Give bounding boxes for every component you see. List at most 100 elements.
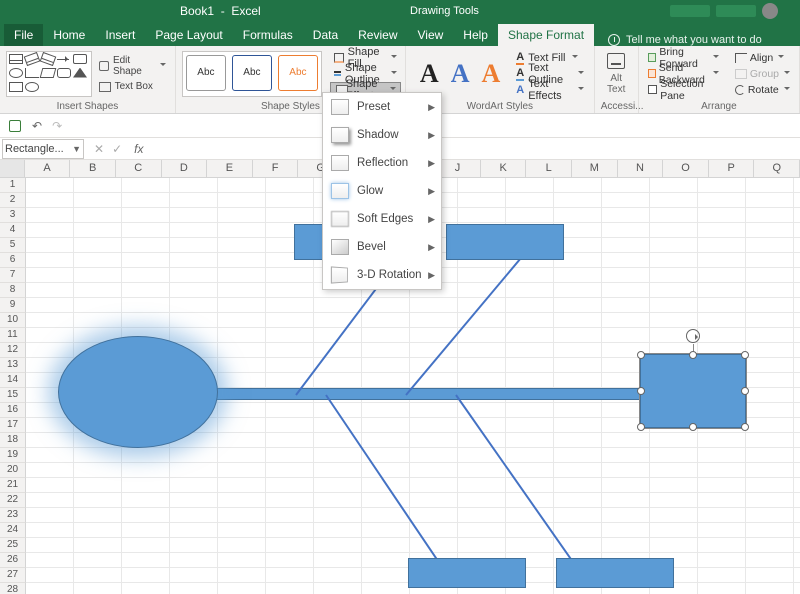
selection-pane-button[interactable]: Selection Pane	[645, 82, 722, 98]
effects-3drotation-item[interactable]: 3-D Rotation▶	[323, 261, 441, 289]
tab-home[interactable]: Home	[43, 24, 95, 46]
row-header[interactable]: 18	[0, 433, 26, 448]
shape-styles-gallery[interactable]: Abc Abc Abc	[182, 51, 322, 97]
column-header[interactable]: L	[526, 160, 572, 177]
resize-handle[interactable]	[637, 423, 645, 431]
fishbone-head-ellipse[interactable]	[58, 336, 218, 448]
column-header[interactable]: E	[207, 160, 253, 177]
redo-icon[interactable]: ↷	[52, 119, 62, 133]
row-header[interactable]: 23	[0, 508, 26, 523]
wordart-preset-1[interactable]: A	[420, 59, 439, 89]
avatar-icon[interactable]	[762, 3, 778, 19]
shapes-gallery[interactable]	[6, 51, 92, 97]
column-header[interactable]: Q	[754, 160, 800, 177]
tab-shape-format[interactable]: Shape Format	[498, 24, 594, 46]
style-preset-2[interactable]: Abc	[232, 55, 272, 91]
group-button[interactable]: Group	[732, 66, 793, 82]
column-header[interactable]: A	[25, 160, 71, 177]
formula-input[interactable]	[143, 138, 800, 159]
effects-preset-item[interactable]: Preset▶	[323, 93, 441, 121]
align-button[interactable]: Align	[732, 50, 793, 66]
row-header[interactable]: 13	[0, 358, 26, 373]
row-header[interactable]: 22	[0, 493, 26, 508]
cancel-icon[interactable]: ✕	[94, 142, 104, 156]
resize-handle[interactable]	[741, 387, 749, 395]
fishbone-tail-rect-selected[interactable]	[640, 354, 746, 428]
tab-file[interactable]: File	[4, 24, 43, 46]
tab-page-layout[interactable]: Page Layout	[145, 24, 232, 46]
enter-icon[interactable]: ✓	[112, 142, 122, 156]
column-header[interactable]: K	[481, 160, 527, 177]
row-header[interactable]: 14	[0, 373, 26, 388]
row-header[interactable]: 12	[0, 343, 26, 358]
column-header[interactable]: O	[663, 160, 709, 177]
wordart-gallery[interactable]: A A A	[412, 55, 508, 93]
tell-me[interactable]: Tell me what you want to do	[594, 34, 762, 46]
tab-data[interactable]: Data	[303, 24, 348, 46]
tab-view[interactable]: View	[408, 24, 454, 46]
row-header[interactable]: 15	[0, 388, 26, 403]
fishbone-rib-line[interactable]	[455, 394, 583, 575]
row-header[interactable]: 20	[0, 463, 26, 478]
effects-reflection-item[interactable]: Reflection▶	[323, 149, 441, 177]
effects-shadow-item[interactable]: Shadow▶	[323, 121, 441, 149]
row-header[interactable]: 11	[0, 328, 26, 343]
fishbone-category-rect[interactable]	[446, 224, 564, 260]
row-header[interactable]: 27	[0, 568, 26, 583]
tab-help[interactable]: Help	[453, 24, 498, 46]
tab-insert[interactable]: Insert	[95, 24, 145, 46]
undo-icon[interactable]: ↶	[32, 119, 42, 133]
column-header[interactable]: C	[116, 160, 162, 177]
resize-handle[interactable]	[689, 423, 697, 431]
text-box-button[interactable]: Text Box	[96, 80, 169, 93]
column-header[interactable]: F	[253, 160, 299, 177]
style-preset-1[interactable]: Abc	[186, 55, 226, 91]
name-box[interactable]: Rectangle...▼	[2, 139, 84, 159]
row-header[interactable]: 3	[0, 208, 26, 223]
column-header[interactable]: M	[572, 160, 618, 177]
style-preset-3[interactable]: Abc	[278, 55, 318, 91]
row-header[interactable]: 1	[0, 178, 26, 193]
fishbone-rib-line[interactable]	[325, 394, 444, 569]
column-header[interactable]: J	[435, 160, 481, 177]
fishbone-spine-shape[interactable]	[216, 388, 640, 400]
edit-shape-button[interactable]: Edit Shape	[96, 54, 169, 78]
row-header[interactable]: 7	[0, 268, 26, 283]
fx-icon[interactable]: fx	[132, 142, 143, 156]
row-header[interactable]: 5	[0, 238, 26, 253]
row-header[interactable]: 2	[0, 193, 26, 208]
save-icon[interactable]	[8, 119, 22, 133]
row-header[interactable]: 6	[0, 253, 26, 268]
effects-softedges-item[interactable]: Soft Edges▶	[323, 205, 441, 233]
wordart-preset-2[interactable]: A	[451, 59, 470, 89]
row-header[interactable]: 4	[0, 223, 26, 238]
resize-handle[interactable]	[637, 351, 645, 359]
row-header[interactable]: 25	[0, 538, 26, 553]
column-header[interactable]: P	[709, 160, 755, 177]
tab-formulas[interactable]: Formulas	[233, 24, 303, 46]
row-header[interactable]: 21	[0, 478, 26, 493]
effects-bevel-item[interactable]: Bevel▶	[323, 233, 441, 261]
select-all-corner[interactable]	[0, 160, 25, 177]
resize-handle[interactable]	[741, 351, 749, 359]
resize-handle[interactable]	[689, 351, 697, 359]
row-header[interactable]: 9	[0, 298, 26, 313]
fishbone-category-rect[interactable]	[408, 558, 526, 588]
resize-handle[interactable]	[741, 423, 749, 431]
fishbone-category-rect[interactable]	[556, 558, 674, 588]
text-effects-button[interactable]: AText Effects	[512, 82, 587, 98]
row-header[interactable]: 16	[0, 403, 26, 418]
row-header[interactable]: 10	[0, 313, 26, 328]
rotate-handle-icon[interactable]	[686, 329, 700, 343]
column-header[interactable]: D	[162, 160, 208, 177]
rotate-button[interactable]: Rotate	[732, 82, 793, 98]
row-header[interactable]: 24	[0, 523, 26, 538]
wordart-preset-3[interactable]: A	[481, 59, 500, 89]
tab-review[interactable]: Review	[348, 24, 407, 46]
row-header[interactable]: 19	[0, 448, 26, 463]
column-header[interactable]: B	[70, 160, 116, 177]
resize-handle[interactable]	[637, 387, 645, 395]
column-header[interactable]: N	[618, 160, 664, 177]
alt-text-button[interactable]: Alt Text	[607, 73, 625, 95]
row-header[interactable]: 28	[0, 583, 26, 594]
